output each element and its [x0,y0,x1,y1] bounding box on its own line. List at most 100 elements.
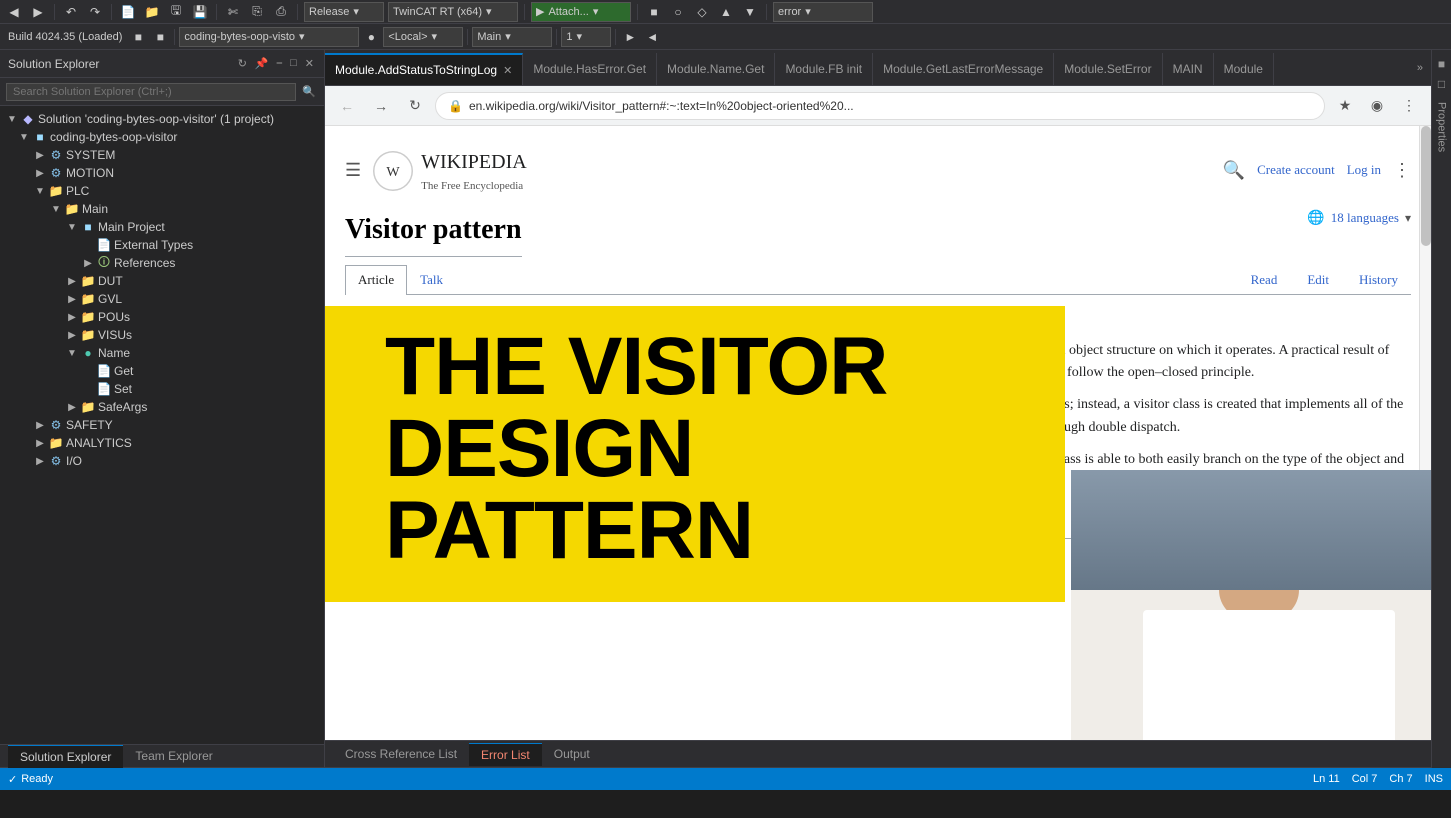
error-dropdown[interactable]: error ▾ [773,2,873,22]
browser-menu-icon[interactable]: ⋮ [1395,92,1423,120]
tree-main-project[interactable]: ▼ ■ Main Project [0,218,324,236]
toolbar-icon-extra-4[interactable]: ▲ [716,2,736,22]
tree-visus[interactable]: ▶ 📁 VISUs [0,326,324,344]
tab-name-get[interactable]: Module.Name.Get [657,53,775,85]
wiki-scrollbar-thumb[interactable] [1421,126,1431,246]
wiki-tab-read[interactable]: Read [1238,265,1291,295]
tab-overflow-btn[interactable]: » [1409,62,1431,74]
build-icon-2[interactable]: ■ [150,27,170,47]
separator-6 [637,4,638,20]
pin-icon[interactable]: 📌 [253,55,271,72]
action-icon-2[interactable]: ◄ [642,27,662,47]
minimize-icon[interactable]: ⎯ [275,55,285,72]
tree-main[interactable]: ▼ 📁 Main [0,200,324,218]
tab-seterror[interactable]: Module.SetError [1054,53,1162,85]
cross-ref-tab[interactable]: Cross Reference List [333,743,469,765]
tree-external-types[interactable]: 📄 External Types [0,236,324,254]
new-file-icon[interactable]: 📄 [118,2,138,22]
undo-icon[interactable]: ↶ [61,2,81,22]
wiki-tab-talk[interactable]: Talk [407,265,456,295]
lang-link[interactable]: 18 languages [1331,208,1399,229]
extensions-icon[interactable]: ◉ [1363,92,1391,120]
toolbar-icon-extra-1[interactable]: ■ [644,2,664,22]
tree-name-get[interactable]: 📄 Get [0,362,324,380]
local-dropdown[interactable]: <Local> ▾ [383,27,463,47]
ext-expand-icon [80,240,96,251]
bookmarks-icon[interactable]: ★ [1331,92,1359,120]
browser-forward-btn[interactable]: → [367,92,395,120]
paste-icon[interactable]: ⎙ [271,2,291,22]
save-all-icon[interactable]: 💾 [190,2,210,22]
tree-name[interactable]: ▼ ● Name [0,344,324,362]
action-icon-1[interactable]: ► [620,27,640,47]
tab-getlasterror[interactable]: Module.GetLastErrorMessage [873,53,1054,85]
tree-safeargs[interactable]: ▶ 📁 SafeArgs [0,398,324,416]
sync-icon[interactable]: ↻ [236,55,249,72]
tree-io[interactable]: ▶ ⚙ I/O [0,452,324,470]
solution-dropdown[interactable]: coding-bytes-oop-visto ▾ [179,27,359,47]
platform-dropdown[interactable]: TwinCAT RT (x64) ▾ [388,2,518,22]
tab-addstatus-label: Module.AddStatusToStringLog [335,63,497,77]
wiki-tab-edit[interactable]: Edit [1294,265,1342,295]
team-explorer-tab[interactable]: Team Explorer [123,745,224,767]
analytics-label: ANALYTICS [66,436,132,450]
open-file-icon[interactable]: 📁 [142,2,162,22]
close-panel-icon[interactable]: ✕ [303,55,316,72]
properties-tab-label[interactable]: Properties [1436,102,1448,152]
tab-has-error[interactable]: Module.HasError.Get [523,53,657,85]
toolbar-icon-extra-2[interactable]: ○ [668,2,688,22]
prop-icon-1[interactable]: ■ [1438,57,1445,71]
release-dropdown[interactable]: Release ▾ [304,2,384,22]
main-dropdown[interactable]: Main ▾ [472,27,552,47]
tab-module-addstatus[interactable]: Module.AddStatusToStringLog ✕ [325,53,523,85]
browser-back-btn[interactable]: ← [333,92,361,120]
create-account-link[interactable]: Create account [1257,160,1335,181]
cut-icon[interactable]: ✄ [223,2,243,22]
solution-explorer-tab[interactable]: Solution Explorer [8,745,123,768]
tab-fb-init[interactable]: Module.FB init [775,53,873,85]
wiki-tab-article[interactable]: Article [345,265,407,295]
forward-icon[interactable]: ▶ [28,2,48,22]
prop-icon-2[interactable]: □ [1438,77,1445,91]
tree-pous[interactable]: ▶ 📁 POUs [0,308,324,326]
wiki-menu-icon[interactable]: ☰ [345,156,361,185]
output-tab[interactable]: Output [542,743,602,765]
line-dropdown[interactable]: 1 ▾ [561,27,611,47]
log-in-link[interactable]: Log in [1347,160,1381,181]
wiki-tab-history[interactable]: History [1346,265,1411,295]
tree-motion[interactable]: ▶ ⚙ MOTION [0,164,324,182]
toolbar-icon-extra-5[interactable]: ▼ [740,2,760,22]
copy-icon[interactable]: ⎘ [247,2,267,22]
wiki-logo-text-group: WIKIPEDIA The Free Encyclopedia [421,146,527,196]
tree-analytics[interactable]: ▶ 📁 ANALYTICS [0,434,324,452]
tab-main[interactable]: MAIN [1163,53,1214,85]
sol-icon[interactable]: ● [361,27,381,47]
tree-name-set[interactable]: 📄 Set [0,380,324,398]
error-list-tab[interactable]: Error List [469,743,542,766]
tree-references[interactable]: ▶ 🛈 References [0,254,324,272]
address-input[interactable]: 🔒 en.wikipedia.org/wiki/Visitor_pattern#… [435,92,1325,120]
search-icon[interactable]: 🔍 [300,83,318,100]
tree-project[interactable]: ▼ ■ coding-bytes-oop-visitor [0,128,324,146]
save-icon[interactable]: 🖫 [166,2,186,22]
tree-system[interactable]: ▶ ⚙ SYSTEM [0,146,324,164]
wiki-more-btn[interactable]: ⋮ [1393,156,1411,185]
redo-icon[interactable]: ↷ [85,2,105,22]
tab-addstatus-close[interactable]: ✕ [503,64,512,77]
wiki-search-icon[interactable]: 🔍 [1223,156,1245,185]
build-icon-1[interactable]: ■ [128,27,148,47]
tree-plc[interactable]: ▼ 📁 PLC [0,182,324,200]
attach-dropdown[interactable]: ▶ Attach... ▾ [531,2,631,22]
back-icon[interactable]: ◀ [4,2,24,22]
tree-safety[interactable]: ▶ ⚙ SAFETY [0,416,324,434]
search-input[interactable] [6,83,296,101]
toolbar-icon-extra-3[interactable]: ◇ [692,2,712,22]
browser-reload-btn[interactable]: ↻ [401,92,429,120]
maximize-icon[interactable]: □ [288,55,299,72]
tree-solution[interactable]: ▼ ◆ Solution 'coding-bytes-oop-visitor' … [0,110,324,128]
name-icon: ● [80,345,96,361]
tab-module[interactable]: Module [1214,53,1274,85]
tree-dut[interactable]: ▶ 📁 DUT [0,272,324,290]
wiki-page-area: ☰ W WIKIPEDIA The F [325,126,1431,740]
tree-gvl[interactable]: ▶ 📁 GVL [0,290,324,308]
